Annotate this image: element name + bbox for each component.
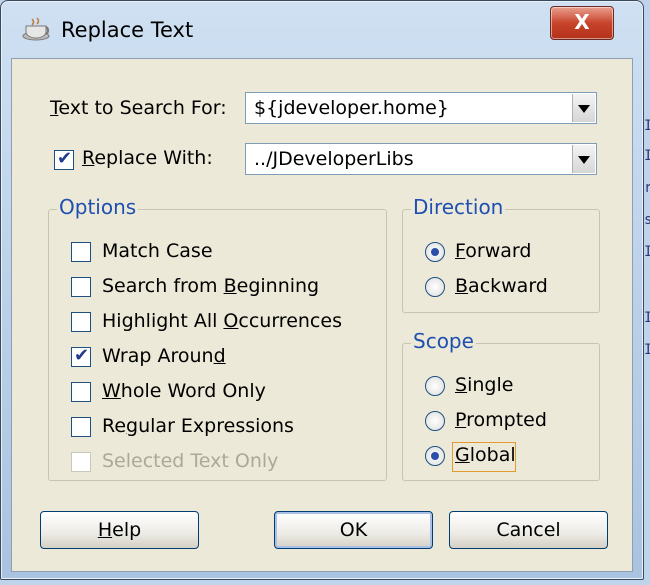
checkmark-icon: ✔ (57, 148, 73, 169)
coffee-cup-icon (22, 17, 50, 41)
backward-label: Backward (455, 275, 548, 297)
regular-expressions-label: Regular Expressions (102, 415, 294, 437)
single-label: Single (455, 374, 514, 396)
global-label: Global (455, 444, 516, 466)
checkmark-icon: ✔ (74, 345, 90, 366)
cancel-button[interactable]: Cancel (449, 511, 608, 549)
replace-label: Replace With: (82, 147, 213, 169)
search-from-beginning-label: Search from Beginning (102, 275, 320, 297)
radio-selected-dot (431, 452, 439, 460)
whole-word-label: Whole Word Only (102, 380, 266, 402)
chevron-down-icon[interactable] (572, 145, 595, 173)
replace-text-dialog: Replace Text X Text to Search For: ${jde… (0, 0, 644, 580)
selected-text-only-checkbox (71, 452, 91, 472)
search-label: Text to Search For: (50, 97, 227, 119)
search-combobox[interactable]: ${jdeveloper.home} (245, 92, 597, 124)
scope-title: Scope (411, 329, 476, 353)
forward-radio[interactable] (425, 242, 445, 262)
highlight-all-label: Highlight All Occurrences (102, 310, 342, 332)
wrap-around-checkbox[interactable]: ✔ (71, 345, 91, 367)
close-icon: X (574, 10, 590, 34)
whole-word-checkbox[interactable] (71, 382, 91, 402)
options-group: Options Match Case Search from Beginning… (48, 195, 387, 481)
match-case-checkbox[interactable] (71, 242, 91, 262)
prompted-label: Prompted (455, 409, 547, 431)
backward-radio[interactable] (425, 277, 445, 297)
close-button[interactable]: X (550, 6, 614, 40)
forward-label: Forward (455, 240, 532, 262)
radio-selected-dot (431, 248, 439, 256)
ok-button[interactable]: OK (274, 511, 433, 549)
chevron-down-icon[interactable] (572, 94, 595, 122)
match-case-label: Match Case (102, 240, 213, 262)
highlight-all-checkbox[interactable] (71, 312, 91, 332)
prompted-radio[interactable] (425, 411, 445, 431)
direction-group: Direction Forward Backward (402, 195, 600, 313)
dialog-body: Text to Search For: ${jdeveloper.home} ✔… (11, 58, 633, 572)
single-radio[interactable] (425, 376, 445, 396)
global-radio[interactable] (425, 446, 445, 466)
options-title: Options (57, 195, 139, 219)
help-button[interactable]: Help (40, 511, 199, 549)
search-from-beginning-checkbox[interactable] (71, 277, 91, 297)
title-bar[interactable]: Replace Text X (1, 1, 643, 57)
scope-group: Scope Single Prompted Global (402, 329, 600, 481)
replace-with-checkbox[interactable]: ✔ (54, 148, 74, 170)
dialog-title: Replace Text (61, 18, 194, 42)
search-value: ${jdeveloper.home} (254, 97, 449, 119)
replace-combobox[interactable]: ../JDeveloperLibs (245, 143, 597, 175)
selected-text-only-label: Selected Text Only (102, 450, 279, 472)
direction-title: Direction (411, 195, 506, 219)
wrap-around-label: Wrap Around (102, 345, 226, 367)
regular-expressions-checkbox[interactable] (71, 417, 91, 437)
replace-value: ../JDeveloperLibs (254, 148, 414, 170)
